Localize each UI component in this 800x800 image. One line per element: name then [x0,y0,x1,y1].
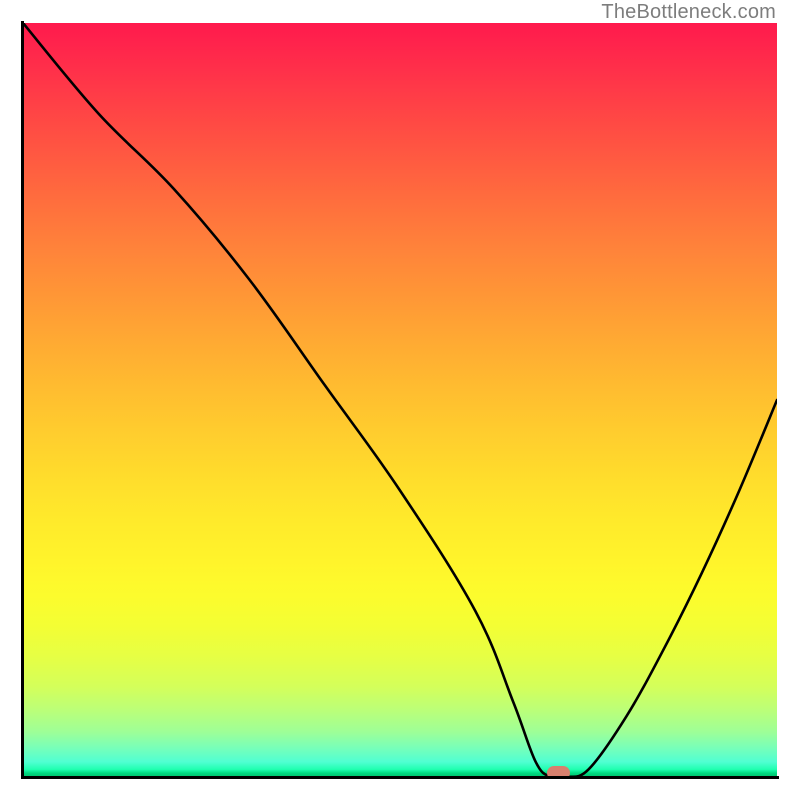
plot-area [23,23,777,777]
y-axis [21,21,24,779]
bottleneck-curve [23,23,777,777]
x-axis [21,776,779,779]
chart-frame [21,21,779,779]
